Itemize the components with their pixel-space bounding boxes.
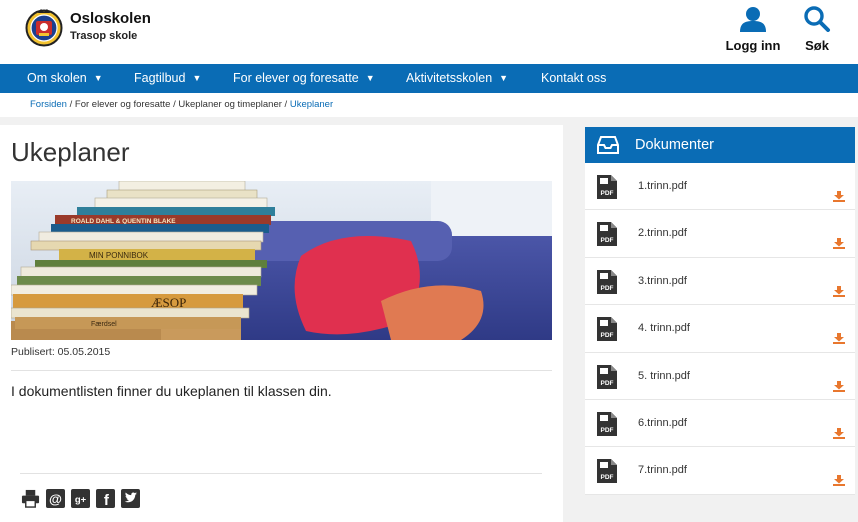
nav-item-kontakt-oss[interactable]: Kontakt oss <box>541 64 606 93</box>
nav-item-label: Kontakt oss <box>541 71 607 85</box>
school-name: Trasop skole <box>70 30 138 42</box>
site-name[interactable]: Osloskolen <box>70 10 151 27</box>
search-icon <box>804 6 830 32</box>
nav-item-fagtilbud[interactable]: Fagtilbud ▼ <box>134 64 201 93</box>
download-icon[interactable] <box>833 475 845 487</box>
document-row-2[interactable]: PDF 2.trinn.pdf <box>585 210 855 258</box>
intro-text: I dokumentlisten finner du ukeplanen til… <box>11 383 332 399</box>
svg-text:PDF: PDF <box>601 427 614 434</box>
print-icon[interactable] <box>21 489 40 508</box>
book-spine-text: ROALD DAHL & QUENTIN BLAKE <box>71 218 176 225</box>
document-row-7[interactable]: PDF 7.trinn.pdf <box>585 447 855 495</box>
hero-image-books-sofa: ROALD DAHL & QUENTIN BLAKE MIN PONNIBOK … <box>11 181 552 340</box>
google-plus-icon[interactable]: g+ <box>71 489 90 508</box>
site-header: Osloskolen Trasop skole Logg inn Søk <box>0 0 858 64</box>
pdf-file-icon: PDF <box>597 317 617 342</box>
login-button[interactable]: Logg inn <box>725 6 781 53</box>
chevron-down-icon: ▼ <box>365 73 375 83</box>
published-date: Publisert: 05.05.2015 <box>11 346 111 358</box>
svg-text:PDF: PDF <box>601 474 614 481</box>
document-name[interactable]: 3.trinn.pdf <box>638 275 687 287</box>
document-name[interactable]: 4. trinn.pdf <box>638 322 690 334</box>
nav-item-aktivitetsskolen[interactable]: Aktivitetsskolen ▼ <box>406 64 508 93</box>
documents-header: Dokumenter <box>585 127 855 163</box>
inbox-icon <box>597 136 619 154</box>
nav-item-label: For elever og foresatte <box>233 71 359 85</box>
main-nav: Om skolen ▼ Fagtilbud ▼ For elever og fore… <box>0 64 858 93</box>
chevron-down-icon: ▼ <box>93 73 103 83</box>
book-spine-text: MIN PONNIBOK <box>89 251 149 260</box>
document-row-3[interactable]: PDF 3.trinn.pdf <box>585 258 855 306</box>
svg-text:PDF: PDF <box>601 237 614 244</box>
documents-list: PDF 1.trinn.pdf PDF 2.trinn.pdf PDF 3.tr… <box>585 163 855 495</box>
oslo-logo[interactable] <box>25 7 63 49</box>
download-icon[interactable] <box>833 285 845 297</box>
user-icon <box>740 7 766 32</box>
chevron-down-icon: ▼ <box>192 73 202 83</box>
document-name[interactable]: 7.trinn.pdf <box>638 464 687 476</box>
breadcrumb-separator: / <box>281 99 290 110</box>
breadcrumb-link-ukeplaner-og-timeplaner[interactable]: Ukeplaner og timeplaner <box>178 99 282 110</box>
document-name[interactable]: 1.trinn.pdf <box>638 180 687 192</box>
facebook-icon[interactable]: f <box>96 489 115 508</box>
divider <box>20 473 542 474</box>
documents-title: Dokumenter <box>635 137 714 153</box>
pdf-file-icon: PDF <box>597 269 617 294</box>
share-bar: @ g+ f <box>21 489 140 509</box>
documents-panel: Dokumenter PDF 1.trinn.pdf PDF 2.trinn.p… <box>585 127 855 495</box>
breadcrumb-separator: / <box>66 99 75 110</box>
document-row-1[interactable]: PDF 1.trinn.pdf <box>585 163 855 211</box>
breadcrumb-current[interactable]: Ukeplaner <box>290 99 333 110</box>
email-icon[interactable]: @ <box>46 489 65 508</box>
nav-item-om-skolen[interactable]: Om skolen ▼ <box>27 64 103 93</box>
nav-item-for-elever[interactable]: For elever og foresatte ▼ <box>233 64 375 93</box>
download-icon[interactable] <box>833 191 845 202</box>
twitter-icon[interactable] <box>121 489 140 508</box>
pdf-file-icon: PDF <box>597 175 617 199</box>
document-row-6[interactable]: PDF 6.trinn.pdf <box>585 400 855 448</box>
breadcrumb-link-for-elever[interactable]: For elever og foresatte <box>75 99 171 110</box>
search-label: Søk <box>805 38 829 53</box>
page-title: Ukeplaner <box>11 137 130 167</box>
svg-text:PDF: PDF <box>601 190 614 197</box>
book-spine-text: Færdsel <box>91 321 117 328</box>
svg-text:@: @ <box>49 491 62 506</box>
download-icon[interactable] <box>833 427 845 439</box>
login-label: Logg inn <box>725 38 781 53</box>
document-row-5[interactable]: PDF 5. trinn.pdf <box>585 353 855 400</box>
breadcrumb-link-forsiden[interactable]: Forsiden <box>30 99 67 110</box>
download-icon[interactable] <box>833 333 845 345</box>
pdf-file-icon: PDF <box>597 411 617 436</box>
main-content: Ukeplaner ROALD DAHL & QUENTIN BLAKE MIN… <box>0 125 563 522</box>
download-icon[interactable] <box>833 380 845 392</box>
document-name[interactable]: 6.trinn.pdf <box>638 417 687 429</box>
pdf-file-icon: PDF <box>597 222 617 247</box>
document-row-4[interactable]: PDF 4. trinn.pdf <box>585 305 855 353</box>
breadcrumb: Forsiden / For elever og foresatte / Uke… <box>0 93 858 117</box>
chevron-down-icon: ▼ <box>499 73 509 83</box>
search-button[interactable]: Søk <box>800 6 834 53</box>
document-name[interactable]: 2.trinn.pdf <box>638 227 687 239</box>
svg-text:g+: g+ <box>75 494 87 505</box>
divider <box>11 370 552 371</box>
nav-item-label: Fagtilbud <box>134 71 186 85</box>
svg-text:PDF: PDF <box>601 380 614 387</box>
nav-item-label: Om skolen <box>27 71 87 85</box>
pdf-file-icon: PDF <box>597 459 617 484</box>
svg-text:PDF: PDF <box>601 332 614 339</box>
document-name[interactable]: 5. trinn.pdf <box>638 370 690 382</box>
nav-item-label: Aktivitetsskolen <box>406 71 493 85</box>
pdf-file-icon: PDF <box>597 364 617 389</box>
svg-text:PDF: PDF <box>601 285 614 292</box>
download-icon[interactable] <box>833 238 845 250</box>
